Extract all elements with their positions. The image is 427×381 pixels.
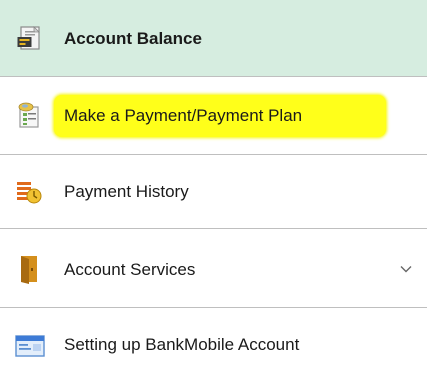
menu-item-label: Account Services xyxy=(64,260,196,279)
account-services-icon xyxy=(21,256,37,284)
chevron-down-icon[interactable] xyxy=(399,262,413,276)
menu-item-make-payment[interactable]: Make a Payment/Payment Plan xyxy=(0,77,427,155)
payment-plan-icon xyxy=(18,102,39,128)
bankmobile-card-icon xyxy=(15,335,45,357)
menu-item-account-services[interactable]: Account Services xyxy=(0,229,427,308)
menu-item-label: Make a Payment/Payment Plan xyxy=(64,106,303,125)
menu-item-label: Account Balance xyxy=(64,29,202,48)
account-balance-icon xyxy=(17,26,40,50)
menu-item-label: Payment History xyxy=(64,182,189,201)
sidebar-menu: Account Balance Make a Payment/Payment P… xyxy=(0,0,427,381)
menu-item-label: Setting up BankMobile Account xyxy=(64,335,300,354)
menu-item-payment-history[interactable]: Payment History xyxy=(0,155,427,229)
menu-item-account-balance[interactable]: Account Balance xyxy=(0,0,427,77)
payment-history-icon xyxy=(17,182,42,204)
menu-item-bankmobile-setup[interactable]: Setting up BankMobile Account xyxy=(0,308,427,381)
